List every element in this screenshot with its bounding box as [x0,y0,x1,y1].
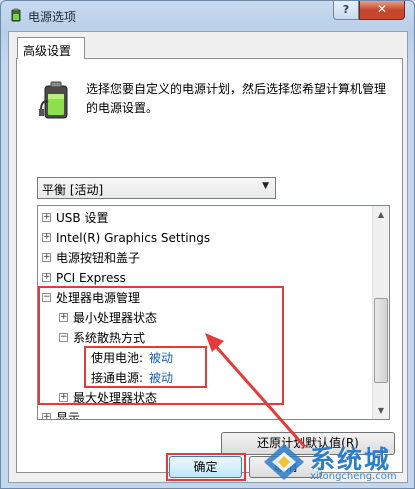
tree-item-usb[interactable]: + USB 设置 [38,208,368,228]
watermark-logo-icon [264,444,304,480]
power-options-icon [11,8,21,22]
watermark-url: xitongcheng.com [310,471,397,482]
expand-icon[interactable]: + [42,233,51,242]
help-button[interactable]: ? [333,1,359,20]
tree-item-label: 电源按钮和盖子 [56,251,141,265]
window-title: 电源选项 [28,10,77,24]
battery-plug-icon [39,81,68,119]
scroll-up-icon[interactable]: ▲ [373,206,389,223]
title-bar[interactable]: 电源选项 ? ✕ [1,1,414,31]
expand-icon[interactable]: + [42,253,51,262]
expand-icon[interactable]: + [42,413,51,419]
tree-item-power-buttons[interactable]: + 电源按钮和盖子 [38,248,368,268]
expand-icon[interactable]: + [42,213,51,222]
dialog-client-area: 高级设置 选择您要自定义的电源计划，然后选择您希望计算机管理的电源设置。 平衡 … [8,31,408,483]
close-button[interactable]: ✕ [359,1,405,20]
expand-icon[interactable]: + [42,273,51,282]
power-options-window: 电源选项 ? ✕ 高级设置 选择您要自定义的电源计划，然后选择您希望计算机管理的… [0,0,415,489]
watermark: 系统城 xitongcheng.com [262,440,412,486]
tree-item-graphics[interactable]: + Intel(R) Graphics Settings [38,228,368,248]
highlight-cooling-values [84,346,207,388]
tree-item-label: USB 设置 [56,211,109,225]
dropdown-arrow-icon[interactable]: ▼ [262,181,269,191]
tree-scrollbar[interactable]: ▲ ▼ [372,206,389,419]
tree-item-pci-express[interactable]: + PCI Express [38,268,368,288]
advanced-settings-panel: 选择您要自定义的电源计划，然后选择您希望计算机管理的电源设置。 平衡 [活动] … [16,58,403,473]
tree-item-label: 显示 [56,411,81,420]
tree-item-label: PCI Express [56,271,126,285]
tab-advanced-settings[interactable]: 高级设置 [17,37,85,59]
power-plan-select[interactable]: 平衡 [活动] ▼ [37,177,276,199]
ok-button[interactable]: 确定 [169,456,242,478]
scroll-thumb[interactable] [374,298,388,383]
scroll-down-icon[interactable]: ▼ [373,402,389,419]
tree-item-label: Intel(R) Graphics Settings [56,231,211,245]
tree-item-display[interactable]: + 显示 [38,408,368,420]
power-plan-value: 平衡 [活动] [42,183,104,197]
settings-tree[interactable]: + USB 设置 + Intel(R) Graphics Settings + … [37,205,390,420]
description-text: 选择您要自定义的电源计划，然后选择您希望计算机管理的电源设置。 [86,82,387,115]
